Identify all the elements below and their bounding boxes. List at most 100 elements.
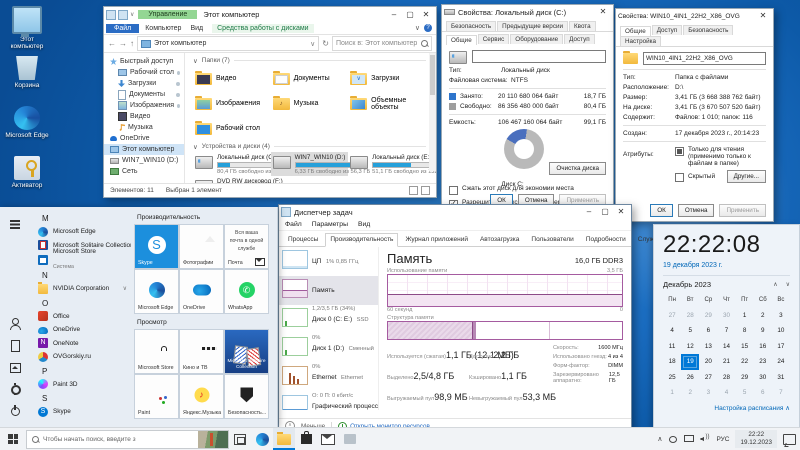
app-item-onenote[interactable]: OneNote [34,337,131,351]
tile-onedrive[interactable]: OneDrive [180,270,223,313]
search-highlight-image[interactable] [198,431,228,448]
calendar-day[interactable]: 26 [681,370,699,386]
cancel-button[interactable]: Отмена [678,204,715,217]
calendar-day[interactable]: 19 [681,354,699,370]
collapse-icon[interactable]: ∨ [193,143,198,151]
tab-hardware[interactable]: Оборудование [510,34,563,44]
drive-item-c[interactable]: Локальный диск (C:) 80,4 ГБ свободно из … [193,152,271,176]
tab-quota[interactable]: Квота [569,21,596,31]
calendar-day[interactable]: 17 [772,339,790,355]
folder-item-downloads[interactable]: ∨ Загрузки [348,66,426,91]
calendar-day[interactable]: 27 [663,308,681,324]
sidebar-item-videos[interactable]: Видео [104,111,184,122]
calendar-day[interactable]: 5 [736,385,754,401]
calendar-day[interactable]: 6 [754,385,772,401]
tab-details[interactable]: Подробности [581,233,631,246]
calendar-day[interactable]: 25 [663,370,681,386]
taskbar-app-button[interactable] [339,428,361,450]
minimize-button[interactable]: – [386,8,402,22]
calendar-day[interactable]: 4 [663,323,681,339]
calendar-day[interactable]: 28 [681,308,699,324]
tile-edge[interactable]: Microsoft Edge [135,270,178,313]
contextual-tab-management[interactable]: Управление [138,10,197,19]
drive-item-e[interactable]: Локальный диск (E:) 51,1 ГБ свободно из … [348,152,426,176]
menu-view[interactable]: Вид [358,221,370,228]
tab-security[interactable]: Безопасность [683,25,733,35]
calendar-day[interactable]: 1 [736,308,754,324]
sidebar-item-documents[interactable]: Документы [104,89,184,100]
app-item-skype[interactable]: Skype [34,405,131,419]
list-view-icon[interactable] [409,186,418,195]
sidebar-item-desktop[interactable]: Рабочий стол [104,67,184,78]
tile-yandex-music[interactable]: ♪ Яндекс.Музыка [180,375,223,418]
tab-app-history[interactable]: Журнал приложений [400,233,473,246]
calendar-day[interactable]: 11 [663,339,681,355]
drive-item-d[interactable]: WIN7_WIN10 (D:) 6,33 ГБ свободно из 56,3… [271,152,349,176]
tab-sharing[interactable]: Доступ [564,34,595,44]
tile-solitaire[interactable]: Microsoft Solitaire Collection [225,330,268,373]
desktop-icon-edge[interactable]: Microsoft Edge [4,106,50,139]
maximize-button[interactable]: ▢ [597,205,613,219]
tab-sharing[interactable]: Доступ [652,25,683,35]
calendar-day[interactable]: 27 [699,370,717,386]
taskbar-search-input[interactable]: Чтобы начать поиск, введите з [26,430,229,449]
calendar-day[interactable]: 2 [754,308,772,324]
scrollbar[interactable] [429,53,436,171]
sidebar-item-music[interactable]: Музыка [104,122,184,133]
calendar-day[interactable]: 2 [681,385,699,401]
menu-icon[interactable] [9,218,21,230]
network-tray-icon[interactable] [684,435,694,444]
folder-item-documents[interactable]: Документы [271,66,349,91]
calendar-day[interactable]: 12 [681,339,699,355]
tab-customize[interactable]: Настройка [620,36,661,46]
app-item-office[interactable]: Office [34,310,131,324]
calendar-day[interactable]: 23 [754,354,772,370]
tab-users[interactable]: Пользователи [526,233,578,246]
taskbar-store-button[interactable] [295,428,317,450]
tile-group-title[interactable]: Просмотр [137,319,271,326]
tile-paint[interactable]: Paint [135,375,178,418]
tile-group-title[interactable]: Производительность [137,214,271,221]
minimize-button[interactable]: – [581,205,597,219]
schedule-settings-link[interactable]: Настройка расписания ∧ [663,404,790,412]
tray-overflow-icon[interactable]: ∧ [657,435,662,443]
calendar-day[interactable]: 30 [754,370,772,386]
tile-whatsapp[interactable]: ✆ WhatsApp [225,270,268,313]
language-indicator[interactable]: РУС [716,436,729,443]
letter-header[interactable]: P [34,364,131,378]
calendar-day[interactable]: 4 [717,385,735,401]
task-view-button[interactable] [229,428,251,450]
taskbar-mail-button[interactable] [317,428,339,450]
tab-file[interactable]: Файл [106,24,139,33]
tile-movies-tv[interactable]: Кино и ТВ [180,330,223,373]
calendar-day[interactable]: 29 [736,370,754,386]
tile-photos[interactable]: Фотографии [180,225,223,268]
thumbnail-view-icon[interactable] [421,186,430,195]
perf-item-disk1[interactable]: Диск 1 (D:) Сменный 0% [279,334,378,363]
collapse-icon[interactable]: ∨ [193,57,198,65]
calendar-prev-icon[interactable]: ∧ [773,281,777,288]
folder-item-pictures[interactable]: Изображения [193,91,271,116]
taskbar-explorer-button[interactable] [273,428,295,450]
forward-icon[interactable]: → [119,39,127,48]
calendar-day[interactable]: 1 [663,385,681,401]
folders-group-header[interactable]: ∨ Папки (7) [193,55,426,66]
taskbar-edge-button[interactable] [251,428,273,450]
letter-header[interactable]: O [34,296,131,310]
calendar-day[interactable]: 5 [681,323,699,339]
app-item-ovgorskiy[interactable]: OVGorskiy.ru [34,350,131,364]
pictures-icon[interactable] [9,361,21,373]
app-item-store[interactable]: Microsoft Store Система [34,252,131,268]
folder-name-input[interactable] [643,52,766,65]
drives-group-header[interactable]: ∨ Устройства и диски (4) [193,141,426,152]
menu-file[interactable]: Файл [285,221,302,228]
calendar-day[interactable]: 3 [699,385,717,401]
ok-button[interactable]: ОК [650,204,673,217]
explorer-search-input[interactable]: Поиск в: Этот компьютер [332,36,432,51]
folder-item-desktop[interactable]: Рабочий стол [193,116,271,141]
tab-computer[interactable]: Компьютер [145,25,181,32]
close-button[interactable]: ✕ [595,5,611,19]
maximize-button[interactable]: ▢ [402,8,418,22]
explorer-titlebar[interactable]: ∨ Управление Этот компьютер – ▢ ✕ [104,7,436,22]
folder-item-3d-objects[interactable]: Объемные объекты [348,91,426,116]
